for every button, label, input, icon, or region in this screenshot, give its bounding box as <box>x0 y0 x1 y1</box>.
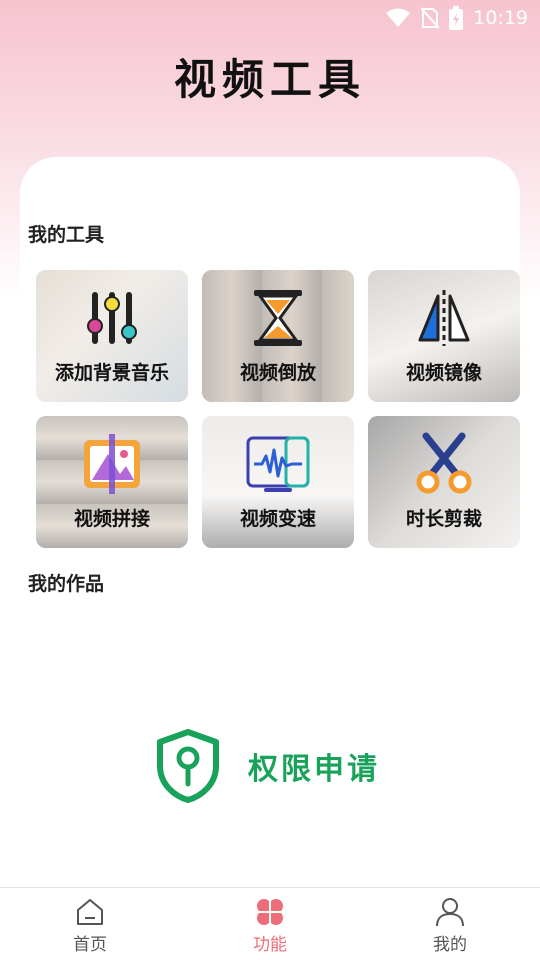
scissors-icon <box>416 432 472 494</box>
nav-item-features[interactable]: 功能 <box>180 888 360 960</box>
clover-icon <box>256 898 284 926</box>
tool-video-splice[interactable]: 视频拼接 <box>36 416 188 548</box>
nav-label: 功能 <box>253 935 287 955</box>
user-icon <box>436 898 464 927</box>
tool-video-mirror[interactable]: 视频镜像 <box>368 270 520 402</box>
tool-duration-trim[interactable]: 时长剪裁 <box>368 416 520 548</box>
nav-label: 我的 <box>433 935 467 955</box>
tool-add-background-music[interactable]: 添加背景音乐 <box>36 270 188 402</box>
nav-item-mine[interactable]: 我的 <box>360 888 540 960</box>
waveform-icon <box>246 436 310 492</box>
section-title-tools: 我的工具 <box>28 224 105 246</box>
permission-label: 权限申请 <box>248 752 380 787</box>
tool-label: 时长剪裁 <box>405 508 482 530</box>
tool-label: 视频拼接 <box>73 508 150 530</box>
permission-request-button[interactable]: 权限申请 <box>154 728 380 804</box>
home-icon <box>77 899 103 925</box>
bottom-nav: 首页 功能 我的 <box>0 887 540 960</box>
status-bar: 10:19 <box>0 0 540 36</box>
tool-label: 视频变速 <box>239 508 316 530</box>
shield-icon <box>157 729 219 803</box>
hourglass-icon <box>254 290 302 346</box>
no-sim-icon <box>421 7 440 29</box>
tool-label: 添加背景音乐 <box>54 362 169 384</box>
tool-video-speed[interactable]: 视频变速 <box>202 416 354 548</box>
page-title: 视频工具 <box>173 55 366 104</box>
section-title-works: 我的作品 <box>28 573 105 595</box>
status-time: 10:19 <box>473 7 528 29</box>
tool-video-reverse[interactable]: 视频倒放 <box>202 270 354 402</box>
nav-item-home[interactable]: 首页 <box>0 888 180 960</box>
equalizer-icon <box>87 292 137 344</box>
tool-label: 视频倒放 <box>239 362 316 384</box>
splice-icon <box>84 434 140 494</box>
tool-label: 视频镜像 <box>405 362 482 384</box>
mirror-icon <box>418 290 470 346</box>
battery-icon <box>449 6 464 30</box>
nav-label: 首页 <box>73 935 107 955</box>
wifi-icon <box>385 8 411 28</box>
